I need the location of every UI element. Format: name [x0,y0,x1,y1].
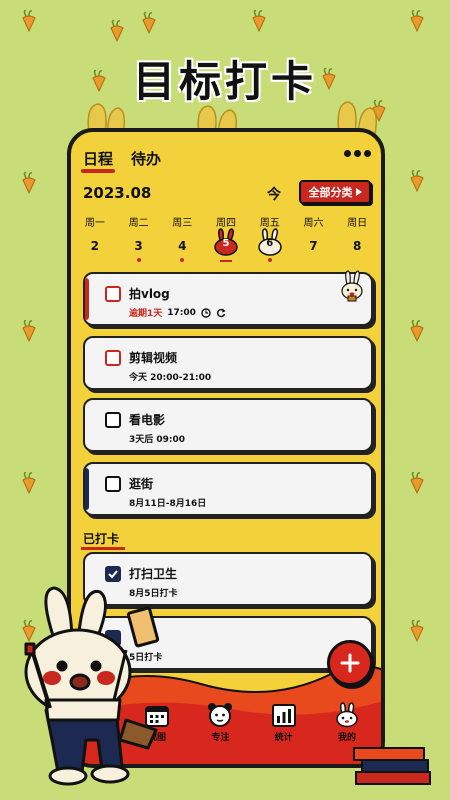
event-dot [136,258,141,262]
check-icon [108,570,118,579]
task-checkbox[interactable] [105,412,121,428]
task-title: 逛街 [129,477,154,491]
nav-stats[interactable]: 统计 [258,702,310,758]
alarm-clock-icon [208,703,233,727]
books-illustration [353,747,431,785]
carrot-icon [22,10,36,32]
bunny-mascot-illustration [24,586,160,786]
task-time: 今天 20:00-21:00 [129,373,212,383]
week-day[interactable]: 周五 6 [248,214,292,266]
week-strip: 周一 2 周二 3 周三 4 周四 5 周五 6 周六 7 周日 8 [73,214,379,266]
bunny-face-icon [336,702,358,728]
task-time: 17:00 [167,307,196,318]
carrot-icon [410,170,424,192]
task-card[interactable]: 逛街 8月11日-8月16日 [83,462,373,516]
date-number: 6 [266,238,274,249]
weekday-label: 周五 [259,218,280,229]
week-day[interactable]: 周六 7 [292,214,336,266]
plus-icon [340,653,360,673]
task-checkbox[interactable] [105,286,121,302]
tab-schedule[interactable]: 日程 [80,148,116,173]
task-time: 3天后 09:00 [129,435,186,445]
task-card[interactable]: 剪辑视频 今天 20:00-21:00 [83,336,373,390]
carrot-icon [410,472,424,494]
triangle-right-icon [355,188,362,196]
date-number: 7 [309,239,318,253]
event-dot [267,258,272,262]
task-meta: 8月11日-8月16日 [129,496,206,509]
task-title: 看电影 [129,413,166,427]
weekday-label: 周四 [216,218,237,229]
today-button[interactable]: 今 [267,184,281,204]
category-filter-label: 全部分类 [308,186,353,199]
nav-label: 专注 [211,733,230,743]
carrot-icon [22,172,36,194]
more-menu-icon[interactable] [344,150,371,157]
selected-underline [220,260,233,262]
clock-icon [201,307,211,318]
task-time: 8月11日-8月16日 [129,499,207,509]
weekday-label: 周一 [84,218,105,229]
event-dot [180,258,185,262]
date-number: 3 [134,239,143,253]
week-day[interactable]: 周日 8 [335,214,379,266]
carrot-icon [142,12,156,34]
task-meta: 逾期1天 17:00 [129,306,226,319]
carrot-icon [410,620,424,642]
month-row: 2023.08 今 全部分类 [83,180,371,206]
task-card[interactable]: 看电影 3天后 09:00 [83,398,373,452]
date-number: 5 [222,238,230,249]
weekday-label: 周二 [128,218,149,229]
add-task-button[interactable] [327,640,373,686]
date-number: 2 [90,239,100,253]
carrot-icon [410,320,424,342]
carrot-icon [252,10,266,32]
chart-icon [271,704,296,727]
done-section-title: 已打卡 [80,532,126,550]
task-card[interactable]: 拍vlog 逾期1天 17:00 [83,270,373,326]
weekday-label: 周日 [347,218,368,229]
task-checkbox[interactable] [105,350,121,366]
week-day[interactable]: 周三 4 [160,214,204,266]
top-tabs: 日程 待办 [80,148,161,173]
card-accent [85,468,89,510]
nav-label: 统计 [274,733,293,743]
week-day[interactable]: 周一 2 [73,214,117,266]
date-number: 8 [352,239,362,253]
carrot-icon [110,20,124,42]
repeat-icon [216,308,226,317]
date-number: 4 [178,239,187,253]
task-title: 剪辑视频 [129,351,178,365]
weekday-label: 周三 [172,218,193,229]
bunny-sticker-icon [341,270,363,302]
task-meta: 3天后 09:00 [129,432,185,445]
week-day[interactable]: 周四 5 [204,214,248,266]
card-accent [85,278,89,320]
carrot-icon [22,472,36,494]
week-day[interactable]: 周二 3 [117,214,161,266]
task-meta: 今天 20:00-21:00 [129,370,211,383]
tab-todo[interactable]: 待办 [131,148,161,169]
task-checkbox[interactable] [105,476,121,492]
task-title: 拍vlog [129,287,170,301]
nav-focus[interactable]: 专注 [194,702,246,758]
category-filter-button[interactable]: 全部分类 [299,180,371,204]
carrot-icon [410,10,424,32]
current-month: 2023.08 [83,184,152,202]
weekday-label: 周六 [303,218,324,229]
overdue-label: 逾期1天 [129,309,163,319]
carrot-icon [22,320,36,342]
